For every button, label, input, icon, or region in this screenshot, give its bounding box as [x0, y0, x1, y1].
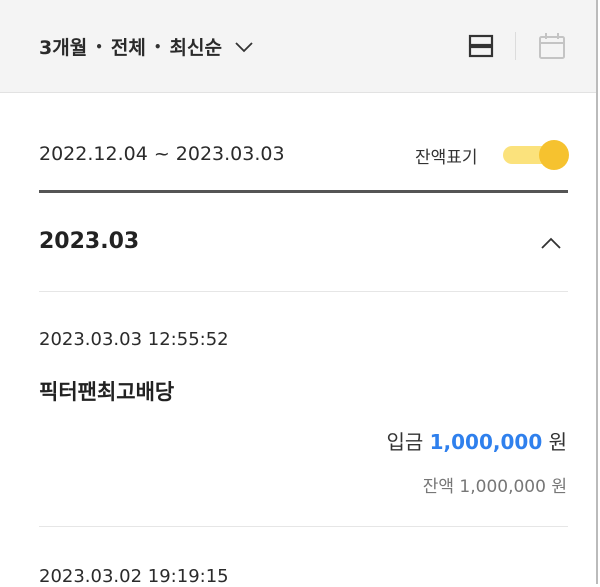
transaction-amount: 1,000,000	[429, 430, 543, 454]
icon-divider	[515, 32, 516, 60]
balance-label: 잔액	[422, 477, 455, 497]
filter-dropdown[interactable]: 3개월 • 전체 • 최신순	[39, 33, 254, 60]
separator-dot: •	[95, 39, 103, 54]
chevron-up-icon[interactable]	[540, 236, 562, 250]
amount-currency: 원	[548, 430, 567, 454]
chevron-down-icon	[235, 41, 253, 52]
toggle-knob	[539, 140, 569, 170]
balance-currency: 원	[551, 477, 567, 497]
header-divider	[39, 190, 568, 193]
filter-period: 3개월	[39, 37, 88, 59]
month-group-title: 2023.03	[39, 229, 140, 254]
transaction-time: 2023.03.03 12:55:52	[39, 329, 229, 350]
filter-scope: 전체	[110, 37, 146, 59]
divider	[39, 526, 568, 527]
calendar-icon[interactable]	[537, 31, 567, 61]
balance-toggle-label: 잔액표기	[415, 148, 478, 168]
filter-bar: 3개월 • 전체 • 최신순	[0, 0, 596, 93]
date-range: 2022.12.04 ~ 2023.03.03	[39, 143, 285, 165]
separator-dot: •	[153, 39, 162, 54]
balance-value: 1,000,000	[459, 477, 546, 497]
transaction-balance-row: 잔액 1,000,000 원	[423, 472, 567, 497]
list-icon[interactable]	[468, 33, 494, 59]
transaction-type: 입금	[386, 430, 424, 454]
balance-toggle[interactable]	[503, 140, 569, 170]
divider	[39, 291, 568, 292]
transaction-name: 픽터팬최고배당	[39, 380, 175, 404]
transaction-amount-row: 입금 1,000,000 원	[386, 426, 567, 455]
filter-order: 최신순	[169, 37, 222, 59]
